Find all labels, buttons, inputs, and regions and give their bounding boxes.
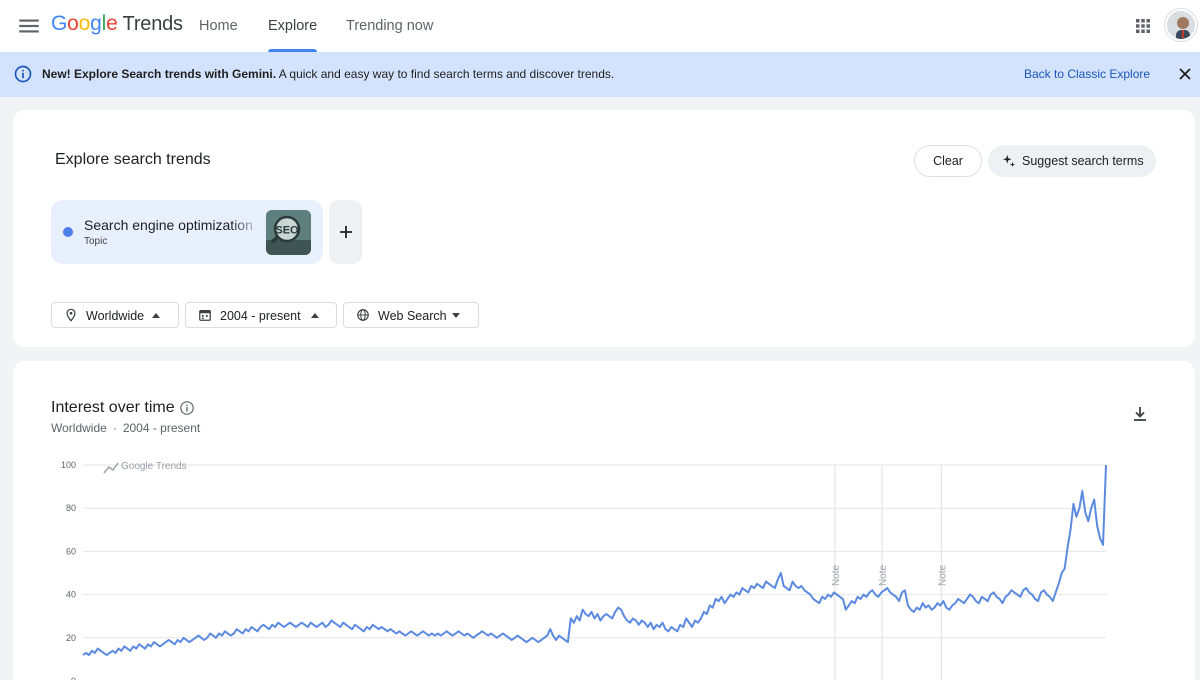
location-dropdown[interactable]: Worldwide xyxy=(51,302,179,328)
y-tick-label: 60 xyxy=(66,546,76,556)
logo-letter: g xyxy=(90,12,102,35)
logo-letter: o xyxy=(78,12,91,35)
nav-trending-now[interactable]: Trending now xyxy=(346,0,433,52)
google-trends-logo[interactable]: Google Trends xyxy=(51,12,183,36)
hamburger-menu-icon[interactable] xyxy=(16,13,42,39)
time-range-label: 2004 - present xyxy=(220,309,301,323)
explore-title: Explore search trends xyxy=(55,151,211,168)
suggest-search-terms-button[interactable]: Suggest search terms xyxy=(988,145,1156,177)
note-label[interactable]: Note xyxy=(831,564,842,586)
y-tick-label: 20 xyxy=(66,633,76,643)
nav-home[interactable]: Home xyxy=(199,0,238,52)
term-name-fade xyxy=(231,214,261,236)
logo-suffix: Trends xyxy=(122,13,184,35)
term-type: Topic xyxy=(84,236,108,247)
search-term-chip[interactable]: Search engine optimization Topic SEO xyxy=(51,200,323,264)
plus-icon xyxy=(339,226,352,238)
top-bar: Google Trends Home Explore Trending now xyxy=(0,0,1200,52)
y-tick-label: 100 xyxy=(61,460,76,470)
back-to-classic-link[interactable]: Back to Classic Explore xyxy=(1024,67,1150,81)
property-dropdown[interactable]: Web Search xyxy=(343,302,479,328)
term-thumbnail: SEO xyxy=(266,210,311,255)
banner-bold-text: New! Explore Search trends with Gemini. xyxy=(42,67,277,81)
logo-letter: o xyxy=(67,12,79,35)
help-info-icon[interactable] xyxy=(179,400,195,416)
y-tick-label: 80 xyxy=(66,503,76,513)
property-label: Web Search xyxy=(378,309,447,323)
gemini-banner: New! Explore Search trends with Gemini. … xyxy=(0,52,1200,97)
calendar-icon xyxy=(199,310,211,321)
caret-down-icon xyxy=(452,313,460,318)
caret-up-icon xyxy=(311,313,319,318)
series-line[interactable] xyxy=(82,464,1107,657)
interest-over-time-card: Interest over time Worldwide · 2004 - pres… xyxy=(13,361,1195,680)
note-label[interactable]: Note xyxy=(937,564,948,586)
banner-text: A quick and easy way to find search term… xyxy=(276,67,615,81)
avatar-image-icon xyxy=(1167,11,1195,39)
subtitle-separator: · xyxy=(112,421,117,435)
location-label: Worldwide xyxy=(86,309,145,323)
close-icon[interactable] xyxy=(1177,66,1193,82)
time-range-dropdown[interactable]: 2004 - present xyxy=(185,302,337,328)
globe-icon xyxy=(357,309,369,321)
google-trends-watermark: Google Trends xyxy=(103,461,187,474)
explore-card: Explore search trends Clear Suggest sear… xyxy=(13,110,1195,347)
banner-message: New! Explore Search trends with Gemini. … xyxy=(42,67,614,81)
watermark-text: Google Trends xyxy=(121,461,187,472)
logo-letter: G xyxy=(51,12,68,35)
y-tick-label: 40 xyxy=(66,590,76,600)
term-color-dot xyxy=(63,227,73,237)
term-name: Search engine optimization xyxy=(84,217,252,233)
seo-magnifier-icon: SEO xyxy=(266,210,311,255)
note-label[interactable]: Note xyxy=(878,564,889,586)
apps-grid-icon[interactable] xyxy=(1131,14,1155,38)
y-tick-label: 0 xyxy=(71,676,76,680)
interest-over-time-title: Interest over time xyxy=(51,399,175,416)
caret-up-icon xyxy=(152,313,160,318)
thumb-seo-text: SEO xyxy=(275,225,299,237)
download-icon[interactable] xyxy=(1130,404,1150,424)
nav-explore[interactable]: Explore xyxy=(268,0,318,52)
add-term-button[interactable] xyxy=(329,200,362,264)
clear-button[interactable]: Clear xyxy=(914,145,982,177)
sparkle-icon xyxy=(1002,154,1016,168)
subtitle-location: Worldwide xyxy=(51,421,107,435)
location-pin-icon xyxy=(66,308,76,322)
interest-line-chart: 0 20 40 60 80 100 Note Note Note Google Trends xyxy=(61,460,1107,680)
suggest-label: Suggest search terms xyxy=(1022,154,1144,168)
subtitle-range: 2004 - present xyxy=(122,421,201,435)
interest-subtitle: Worldwide · 2004 - present xyxy=(51,421,200,435)
account-avatar[interactable] xyxy=(1165,9,1197,41)
info-icon xyxy=(14,65,32,83)
logo-letter: e xyxy=(106,12,118,35)
